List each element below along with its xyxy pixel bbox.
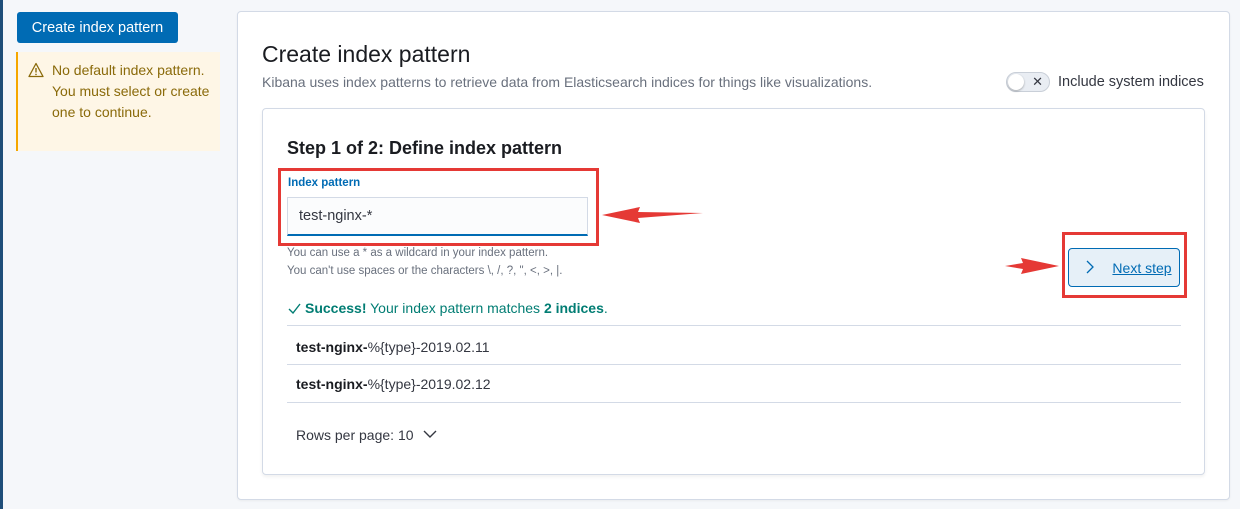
step-card (262, 108, 1205, 475)
page-description: Kibana uses index patterns to retrieve d… (262, 74, 873, 90)
close-icon: ✕ (1032, 74, 1043, 89)
rows-per-page-label: Rows per page: 10 (296, 427, 414, 443)
index-name-rest: %{type}-2019.02.11 (367, 339, 490, 355)
divider (287, 325, 1181, 326)
index-pattern-input[interactable] (287, 197, 588, 236)
index-match-prefix: test-nginx- (296, 339, 368, 355)
help-text-characters: You can't use spaces or the characters \… (287, 265, 563, 277)
index-match-prefix: test-nginx- (296, 376, 368, 392)
index-row: test-nginx-%{type}-2019.02.12 (296, 376, 491, 392)
success-label: Success! (305, 300, 367, 316)
include-system-indices-toggle[interactable]: ✕ (1006, 72, 1050, 92)
index-name-rest: %{type}-2019.02.12 (367, 376, 491, 392)
no-default-index-callout: No default index pattern. You must selec… (16, 52, 220, 151)
success-message: Success! Your index pattern matches 2 in… (288, 300, 608, 316)
success-count: 2 indices (543, 300, 604, 316)
toggle-knob (1008, 74, 1024, 90)
step-title: Step 1 of 2: Define index pattern (287, 138, 563, 158)
page-title: Create index pattern (262, 41, 471, 67)
left-edge-strip (0, 0, 3, 509)
next-step-label: Next step (1112, 259, 1172, 276)
index-row: test-nginx-%{type}-2019.02.11 (296, 339, 490, 355)
create-index-pattern-button[interactable]: Create index pattern (17, 12, 178, 43)
success-middle: Your index pattern matches (366, 300, 544, 316)
divider (287, 364, 1181, 365)
check-icon (288, 303, 301, 315)
chevron-right-icon (1086, 260, 1094, 274)
include-system-indices-label[interactable]: Include system indices (1058, 74, 1204, 90)
help-text-wildcard: You can use a * as a wildcard in your in… (287, 247, 549, 259)
warning-icon (28, 62, 44, 78)
rows-per-page-selector[interactable]: Rows per page: 10 (296, 427, 437, 443)
callout-text: No default index pattern. You must selec… (52, 62, 210, 120)
success-suffix: . (603, 300, 608, 316)
next-step-button[interactable]: Next step (1068, 248, 1180, 287)
divider (287, 402, 1181, 403)
index-pattern-label: Index pattern (288, 177, 361, 189)
chevron-down-icon (423, 430, 437, 438)
